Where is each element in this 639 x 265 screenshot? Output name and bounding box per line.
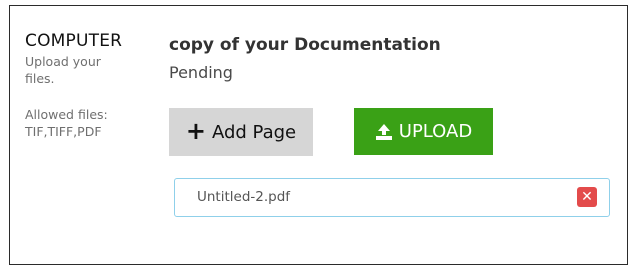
document-status: Pending	[169, 63, 233, 82]
upload-hint: Upload your files.	[25, 54, 101, 86]
close-icon: ✕	[581, 189, 593, 205]
upload-label: UPLOAD	[398, 121, 473, 142]
document-title: copy of your Documentation	[169, 35, 441, 55]
file-list-item: Untitled-2.pdf ✕	[174, 178, 610, 217]
file-name: Untitled-2.pdf	[197, 189, 291, 205]
plus-icon: +	[185, 117, 206, 145]
upload-button[interactable]: UPLOAD	[354, 108, 493, 155]
upload-icon	[375, 123, 392, 140]
allowed-files-text: Allowed files: TIF,TIFF,PDF	[25, 107, 108, 139]
remove-file-button[interactable]: ✕	[577, 187, 597, 207]
source-title: COMPUTER	[25, 31, 123, 51]
source-info: COMPUTER Upload your files. Allowed file…	[25, 31, 155, 140]
add-page-label: Add Page	[211, 121, 297, 143]
upload-panel: COMPUTER Upload your files. Allowed file…	[9, 5, 628, 265]
add-page-button[interactable]: + Add Page	[169, 108, 313, 156]
